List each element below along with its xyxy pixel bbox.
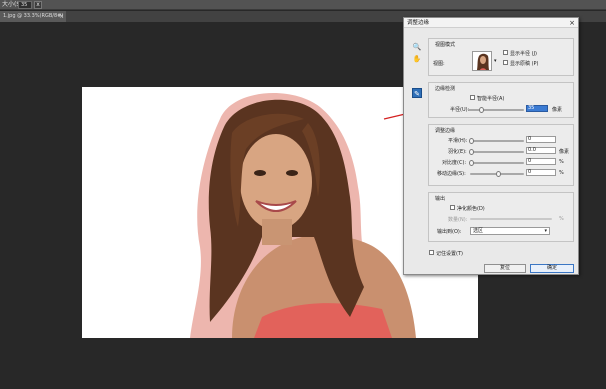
ok-button[interactable]: 确定 (530, 264, 574, 273)
contrast-input[interactable]: 0 (526, 158, 556, 165)
feather-slider[interactable] (469, 149, 524, 155)
reset-button[interactable]: 复位 (484, 264, 526, 273)
view-dropdown-arrow-icon[interactable]: ▾ (494, 58, 497, 64)
show-original-label: 显示原稿 (P) (510, 61, 539, 67)
shift-edge-slider-knob[interactable] (496, 171, 501, 177)
smart-radius-label: 智能半径(A) (477, 96, 505, 102)
adjust-edge-title: 调整边缘 (435, 128, 456, 134)
feather-input[interactable]: 0.0 (526, 147, 556, 154)
view-mode-group: 视图模式 视图: (428, 38, 574, 76)
smart-radius-checkbox[interactable] (470, 95, 475, 100)
refine-edge-dialog: 调整边缘 × 🔍 ✋ ✎ 视图模式 视图: ▾ 显示半径 (J) 显示原稿 (P… (403, 17, 579, 275)
options-bar: 大小(S): 35 x (0, 0, 606, 10)
feather-slider-knob[interactable] (469, 149, 474, 155)
smooth-slider-knob[interactable] (469, 138, 474, 144)
amount-label: 数量(N): (448, 217, 468, 223)
output-to-select[interactable]: 选区 ▾ (470, 227, 550, 235)
decontaminate-colors-checkbox[interactable] (450, 205, 455, 210)
amount-unit: % (559, 216, 564, 222)
hand-tool-icon[interactable]: ✋ (412, 54, 422, 64)
show-original-checkbox[interactable] (503, 60, 508, 65)
close-icon[interactable]: × (569, 18, 575, 28)
feather-unit: 像素 (559, 149, 570, 155)
document-tab[interactable]: 1.jpg @ 33.3%(RGB/8#) × (0, 11, 66, 22)
contrast-label: 对比度(C): (442, 160, 467, 166)
radius-label: 半径(U): (450, 107, 470, 113)
edge-detection-title: 边缘检测 (435, 86, 456, 92)
dialog-title-bar[interactable]: 调整边缘 × (404, 18, 578, 28)
shift-edge-slider[interactable] (470, 171, 524, 177)
refine-radius-brush-icon[interactable]: ✎ (412, 88, 422, 98)
remember-settings-label: 记住设置(T) (436, 251, 463, 257)
decontaminate-colors-label: 净化颜色(D) (457, 206, 485, 212)
output-title: 输出 (435, 196, 446, 202)
contrast-unit: % (559, 159, 564, 165)
feather-label: 羽化(E): (448, 149, 467, 155)
amount-slider (470, 218, 552, 220)
smooth-input[interactable]: 0 (526, 136, 556, 143)
radius-input[interactable]: 35 (526, 105, 548, 112)
radius-unit: 像素 (552, 107, 563, 113)
shift-edge-input[interactable]: 0 (526, 169, 556, 176)
contrast-slider-knob[interactable] (469, 160, 474, 166)
smooth-label: 平滑(H): (448, 138, 468, 144)
chevron-down-icon: ▾ (544, 228, 547, 234)
close-tab-icon[interactable]: × (59, 11, 64, 22)
dialog-title: 调整边缘 (407, 20, 430, 26)
show-radius-label: 显示半径 (J) (510, 51, 537, 57)
radius-slider[interactable] (468, 107, 524, 113)
contrast-slider[interactable] (469, 160, 524, 166)
brush-size-input[interactable]: 35 (18, 1, 32, 9)
remember-settings-checkbox[interactable] (429, 250, 434, 255)
view-mode-title: 视图模式 (435, 42, 456, 48)
document-tab-title: 1.jpg @ 33.3%(RGB/8#) (3, 13, 64, 19)
shift-edge-unit: % (559, 170, 564, 176)
output-to-value: 选区 (473, 228, 484, 234)
smooth-slider[interactable] (469, 138, 524, 144)
view-label: 视图: (433, 61, 445, 67)
output-to-label: 输出到(O): (437, 229, 462, 235)
options-checkbox[interactable]: x (34, 1, 42, 9)
shift-edge-label: 移动边缘(S): (437, 171, 466, 177)
view-thumbnail[interactable] (472, 51, 492, 71)
show-radius-checkbox[interactable] (503, 50, 508, 55)
zoom-tool-icon[interactable]: 🔍 (412, 42, 422, 52)
radius-slider-knob[interactable] (479, 107, 484, 113)
